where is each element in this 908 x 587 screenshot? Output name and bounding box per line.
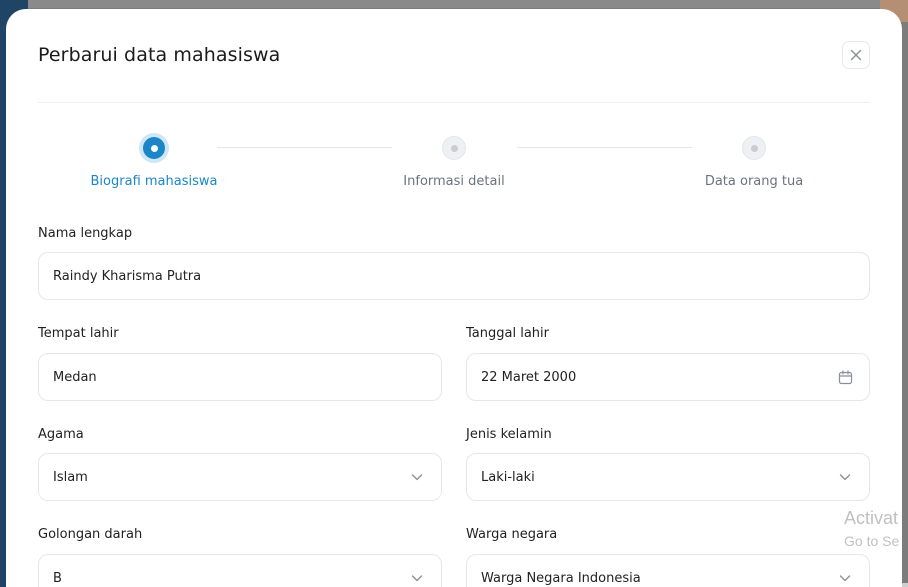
religion-value: Islam: [53, 469, 88, 485]
religion-select[interactable]: Islam: [38, 453, 442, 501]
chevron-down-icon: [411, 474, 423, 481]
blood-type-select[interactable]: B: [38, 554, 442, 587]
step-3-indicator[interactable]: [742, 136, 766, 160]
citizenship-select[interactable]: Warga Negara Indonesia: [466, 554, 870, 587]
os-activation-watermark: Activat Go to Se: [844, 508, 899, 549]
blood-type-value: B: [53, 570, 62, 586]
close-icon: [850, 49, 862, 61]
religion-label: Agama: [38, 427, 84, 442]
blood-type-label: Golongan darah: [38, 527, 143, 542]
chevron-down-icon: [411, 575, 423, 582]
full-name-value: Raindy Kharisma Putra: [53, 268, 202, 284]
birthplace-input[interactable]: Medan: [38, 353, 442, 401]
gender-value: Laki-laki: [481, 469, 535, 485]
close-button[interactable]: [842, 41, 870, 69]
step-1-indicator[interactable]: [139, 133, 169, 163]
citizenship-label: Warga negara: [466, 527, 558, 542]
gender-label: Jenis kelamin: [466, 427, 552, 442]
step-2-label[interactable]: Informasi detail: [403, 174, 504, 189]
full-name-input[interactable]: Raindy Kharisma Putra: [38, 252, 870, 300]
birthplace-label: Tempat lahir: [38, 326, 119, 341]
step-2-indicator[interactable]: [442, 136, 466, 160]
calendar-icon: [838, 369, 852, 384]
watermark-line-1: Activat: [844, 508, 899, 528]
app-header-backdrop: [28, 0, 908, 8]
birthdate-input[interactable]: 22 Maret 2000: [466, 353, 870, 401]
modal-title: Perbarui data mahasiswa: [38, 44, 281, 66]
birthdate-label: Tanggal lahir: [466, 326, 549, 341]
birthdate-value: 22 Maret 2000: [481, 369, 577, 385]
chevron-down-icon: [839, 575, 851, 582]
header-divider: [38, 102, 870, 103]
chevron-down-icon: [839, 474, 851, 481]
step-1-label[interactable]: Biografi mahasiswa: [91, 174, 218, 189]
watermark-line-2: Go to Se: [844, 533, 900, 549]
full-name-label: Nama lengkap: [38, 226, 133, 241]
edit-student-modal: Perbarui data mahasiswa Biografi mahasis…: [6, 9, 902, 587]
birthplace-value: Medan: [53, 369, 97, 385]
citizenship-value: Warga Negara Indonesia: [481, 570, 641, 586]
gender-select[interactable]: Laki-laki: [466, 453, 870, 501]
stepper-line-2: [517, 147, 692, 148]
stepper-line-1: [217, 147, 392, 148]
step-3-label[interactable]: Data orang tua: [705, 174, 803, 189]
